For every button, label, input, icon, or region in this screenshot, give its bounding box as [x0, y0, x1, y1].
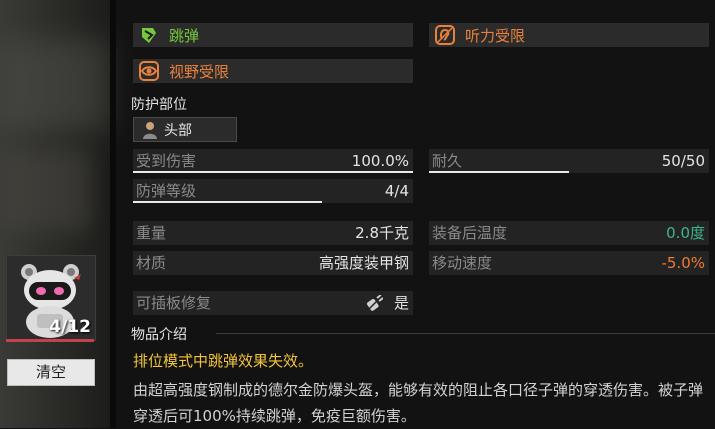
ear-restricted-icon — [435, 25, 455, 45]
stat-value: 4/4 — [384, 182, 409, 200]
character-count: 4/12 — [49, 317, 91, 337]
plug-icon — [366, 295, 383, 312]
stat-damage-taken: 受到伤害 100.0% — [133, 149, 413, 173]
clear-button[interactable]: 清空 — [7, 359, 95, 386]
description-divider — [216, 333, 715, 334]
stat-label: 防弹等级 — [136, 182, 197, 200]
stat-durability: 耐久 50/50 — [429, 149, 709, 173]
trait-label: 听力受限 — [465, 26, 526, 45]
protection-title: 防护部位 — [131, 97, 187, 113]
protection-part-head[interactable]: 头部 — [133, 117, 237, 142]
panel-divider — [110, 0, 116, 428]
damage-taken-bar — [133, 171, 413, 173]
stat-value: 50/50 — [661, 152, 705, 170]
stat-label: 装备后温度 — [432, 224, 508, 242]
character-selected-indicator — [6, 339, 94, 342]
stat-protection-level: 防弹等级 4/4 — [133, 179, 413, 203]
stat-value: 0.0度 — [666, 224, 705, 242]
stat-value: 是 — [393, 294, 409, 312]
stat-value: 2.8千克 — [355, 224, 409, 242]
eye-restricted-icon — [139, 61, 159, 81]
description-body: 由超高强度钢制成的德尔金防爆头盔，能够有效的阻止各口径子弹的穿透伤害。被子弹穿透… — [133, 381, 704, 425]
stat-label: 材质 — [136, 254, 167, 272]
stat-temperature: 装备后温度 0.0度 — [429, 221, 709, 245]
stat-label: 可插板修复 — [136, 294, 212, 312]
ricochet-shield-icon — [139, 25, 159, 45]
stat-label: 重量 — [136, 224, 167, 242]
stat-value: -5.0% — [661, 254, 705, 272]
background-blur — [0, 150, 90, 230]
stat-weight: 重量 2.8千克 — [133, 221, 413, 245]
stat-value: 100.0% — [351, 152, 409, 170]
trait-hearing[interactable]: 听力受限 — [429, 23, 709, 47]
trait-ricochet[interactable]: 跳弹 — [133, 23, 413, 47]
stat-label: 耐久 — [432, 152, 463, 170]
description-title: 物品介绍 — [131, 327, 187, 343]
trait-label: 视野受限 — [169, 62, 230, 81]
description-highlight: 排位模式中跳弹效果失效。 — [133, 352, 314, 370]
head-silhouette-icon — [143, 121, 157, 139]
trait-vision[interactable]: 视野受限 — [133, 59, 413, 83]
stat-material: 材质 高强度装甲钢 — [133, 251, 413, 275]
stat-value: 高强度装甲钢 — [318, 254, 409, 272]
stat-label: 受到伤害 — [136, 152, 197, 170]
character-card[interactable]: 4/12 — [6, 255, 96, 341]
stat-move-speed: 移动速度 -5.0% — [429, 251, 709, 275]
protection-level-bar — [133, 201, 322, 203]
protection-part-label: 头部 — [164, 122, 192, 139]
stat-plate-repair: 可插板修复 是 — [133, 291, 413, 315]
background-blur — [0, 40, 110, 130]
durability-bar — [429, 171, 569, 173]
stat-label: 移动速度 — [432, 254, 493, 272]
trait-label: 跳弹 — [169, 26, 200, 45]
